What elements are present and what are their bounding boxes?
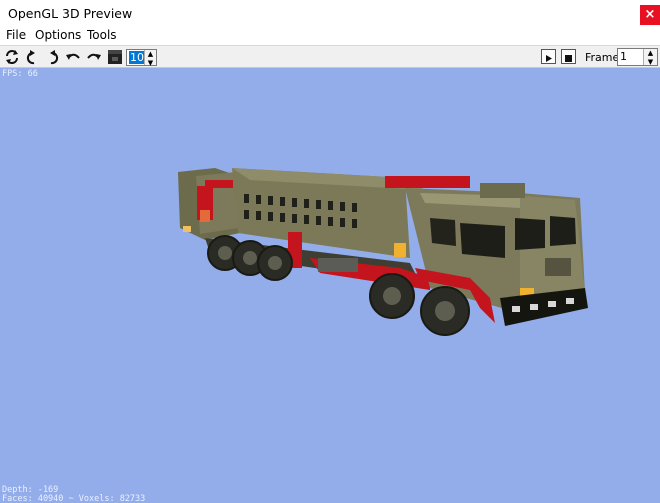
frame-spinner-arrows-icon[interactable]: ▲ ▼ (643, 49, 657, 66)
redo-icon[interactable] (86, 49, 102, 65)
menu-tools[interactable]: Tools (87, 28, 117, 42)
menu-bar: File Options Tools (0, 28, 660, 45)
voxel-truck-model (178, 168, 588, 336)
close-icon: × (644, 7, 656, 22)
size-value: 10 (129, 51, 145, 64)
render-viewport[interactable]: FPS: 66 Depth: -169 Faces: 40940 ~ Voxel… (0, 68, 660, 503)
stop-button[interactable] (561, 49, 576, 64)
play-icon (546, 55, 552, 62)
frame-spinner[interactable]: 1 ▲ ▼ (617, 48, 658, 66)
refresh-icon[interactable] (4, 49, 20, 65)
rotate-right-icon[interactable] (44, 49, 60, 65)
rotate-left-icon[interactable] (25, 49, 41, 65)
undo-icon[interactable] (65, 49, 81, 65)
faces-voxels-readout: Faces: 40940 ~ Voxels: 82733 (2, 494, 146, 503)
window-title: OpenGL 3D Preview (8, 6, 133, 21)
menu-options[interactable]: Options (35, 28, 81, 42)
background-color-icon[interactable] (107, 49, 123, 65)
toolbar: 10 ▲ ▼ Frame: 1 ▲ ▼ (0, 45, 660, 68)
play-button[interactable] (541, 49, 556, 64)
spinner-arrows-icon[interactable]: ▲ ▼ (144, 50, 156, 67)
menu-file[interactable]: File (6, 28, 26, 42)
size-spinner[interactable]: 10 ▲ ▼ (126, 49, 157, 67)
stop-icon (565, 55, 572, 62)
close-button[interactable]: × (640, 5, 660, 25)
title-bar: OpenGL 3D Preview × (0, 0, 660, 28)
frame-value: 1 (620, 50, 627, 63)
